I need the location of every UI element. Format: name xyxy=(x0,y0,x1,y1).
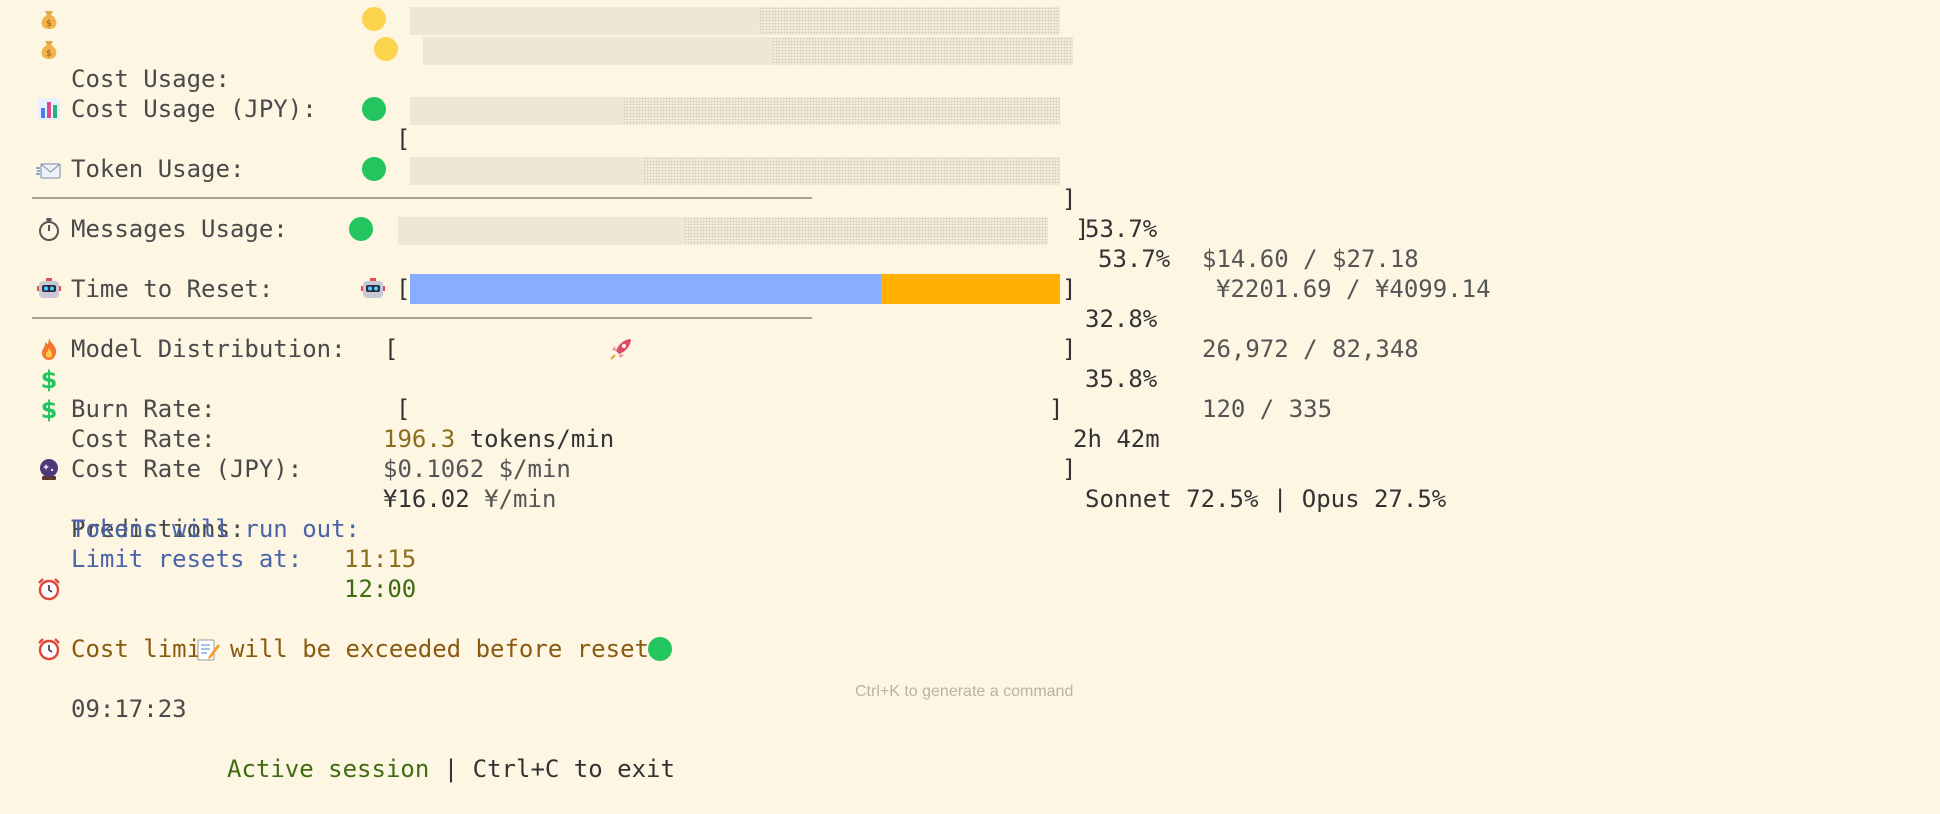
status-text-group: Active session | Ctrl+C to exit xyxy=(227,754,675,784)
warning-row: Cost limit will be exceeded before reset… xyxy=(0,574,1940,663)
status-dot-icon xyxy=(362,7,386,31)
cost-usage-values: $14.60 / $27.18 xyxy=(1202,245,1419,273)
active-session-text: Active session xyxy=(227,755,430,783)
token-usage-row: Token Usage: [ ] 32.8% 26,972 / 82,348 xyxy=(0,94,1940,363)
envelope-icon xyxy=(36,163,61,179)
status-dot-icon xyxy=(362,97,386,121)
token-usage-percent: 32.8% xyxy=(1085,305,1158,333)
cost-usage-progress-fill xyxy=(410,7,760,35)
cost-usage-jpy-row: Cost Usage (JPY): [ ] 53.7% ¥2201.69 / ¥… xyxy=(0,34,1940,303)
stopwatch-icon xyxy=(39,218,59,241)
messages-usage-progress-empty xyxy=(642,157,1060,185)
opus-segment xyxy=(881,274,1060,304)
messages-usage-row: Messages Usage: [ ] 35.8% 120 / 335 xyxy=(0,154,1940,423)
cost-usage-progress-bar xyxy=(410,7,1060,35)
prediction-tokens-row: Tokens will run out: 11:15 xyxy=(0,484,1940,573)
status-clock: 09:17:23 xyxy=(71,695,187,723)
token-usage-progress-bar xyxy=(410,97,1060,125)
cost-usage-jpy-progress-fill xyxy=(423,37,773,65)
prediction-reset-row: Limit resets at: 12:00 xyxy=(0,514,1940,603)
burn-rate-number: 196.3 xyxy=(383,425,456,453)
model-distribution-bar xyxy=(410,274,1060,304)
rocket-icon xyxy=(610,339,631,360)
section-divider xyxy=(32,317,812,319)
status-dot-icon xyxy=(648,637,672,661)
predictions-title-row: Predictions: xyxy=(0,454,1940,543)
cost-usage-row: Cost Usage: [ ] 53.7% $14.60 / $27.18 xyxy=(0,4,1940,273)
money-bag-icon xyxy=(36,36,62,62)
money-bag-icon xyxy=(36,6,62,32)
memo-icon xyxy=(197,639,220,661)
burn-rate-unit: tokens/min xyxy=(469,425,615,453)
status-separator: | xyxy=(443,755,459,783)
cost-rate-row: Cost Rate: $0.1062 $/min xyxy=(0,364,1940,483)
section-divider xyxy=(32,197,812,199)
cost-rate-jpy-row: Cost Rate (JPY): ¥16.02 ¥/min xyxy=(0,394,1940,513)
model-distribution-row: Model Distribution: [ ] Sonnet 72.5% | O… xyxy=(0,274,1940,513)
token-usage-progress-fill xyxy=(410,97,624,125)
time-to-reset-row: Time to Reset: [ ] 2h 42m xyxy=(0,214,1940,453)
prediction-tokens-time: 11:15 xyxy=(344,545,417,573)
burn-rate-value: 196.3 tokens/min xyxy=(383,424,614,454)
cost-usage-progress-empty xyxy=(759,7,1060,35)
cost-usage-jpy-percent: 53.7% xyxy=(1098,245,1171,273)
time-to-reset-progress-fill xyxy=(398,217,684,245)
dollar-icon xyxy=(36,396,62,422)
robot-icon xyxy=(36,276,62,302)
cost-usage-jpy-progress-bar xyxy=(423,37,1073,65)
cost-rate-label: Cost Rate: xyxy=(71,425,216,453)
time-to-reset-progress-bar xyxy=(398,217,1048,245)
fire-icon xyxy=(42,338,57,360)
token-usage-progress-empty xyxy=(623,97,1060,125)
crystal-ball-icon xyxy=(40,459,58,480)
bar-close-bracket: ] xyxy=(1062,185,1077,213)
messages-usage-progress-fill xyxy=(410,157,643,185)
exit-hint: Ctrl+C to exit xyxy=(472,755,675,783)
status-row: 09:17:23 Active session | Ctrl+C to exit xyxy=(0,634,1940,783)
status-dot-icon xyxy=(349,217,373,241)
time-to-reset-progress-empty xyxy=(684,217,1048,245)
cost-usage-label: Cost Usage: xyxy=(71,65,230,93)
burn-rate-row: Burn Rate: 196.3 tokens/min xyxy=(0,334,1940,453)
status-dot-icon xyxy=(374,37,398,61)
prediction-reset-label: Limit resets at: xyxy=(71,545,303,573)
status-dot-icon xyxy=(362,157,386,181)
messages-usage-progress-bar xyxy=(410,157,1060,185)
robot-icon xyxy=(360,276,386,302)
cost-usage-jpy-progress-empty xyxy=(772,37,1073,65)
alarm-clock-icon xyxy=(36,636,62,662)
alarm-clock-icon xyxy=(36,576,62,602)
command-hint: Ctrl+K to generate a command xyxy=(855,683,1074,700)
bar-open-bracket: [ xyxy=(396,125,411,153)
bar-chart-icon xyxy=(38,98,60,120)
time-to-reset-value: 2h 42m xyxy=(1073,425,1160,453)
dollar-icon xyxy=(36,366,62,392)
sonnet-segment xyxy=(410,274,882,304)
